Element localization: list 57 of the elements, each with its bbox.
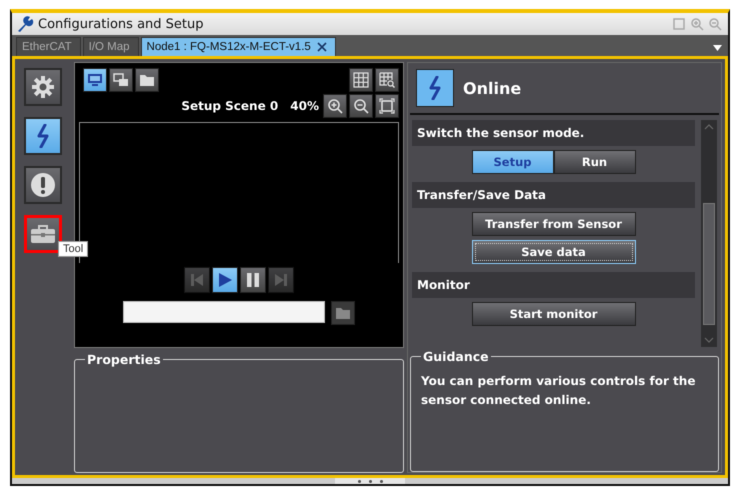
section-heading: Switch the sensor mode. — [412, 120, 695, 146]
panel-title: Online — [463, 78, 522, 98]
fit-button[interactable] — [375, 94, 399, 118]
properties-legend: Properties — [85, 352, 163, 367]
exclamation-icon — [30, 172, 56, 198]
file-path-field[interactable] — [123, 301, 325, 323]
sidebar-button[interactable] — [24, 68, 62, 106]
sidebar-button[interactable] — [24, 215, 62, 253]
folder-icon — [335, 306, 351, 320]
tab[interactable]: Node1 : FQ-MS12x-M-ECT-v1.5 — [140, 37, 336, 56]
grid-magnifier-icon — [379, 72, 395, 88]
sidebar-button[interactable] — [24, 117, 62, 155]
playback-button[interactable] — [240, 267, 266, 293]
window-title: Configurations and Setup — [38, 16, 204, 32]
toolbox-icon — [30, 224, 56, 244]
view-button[interactable] — [109, 68, 133, 92]
action-button[interactable]: Start monitor — [472, 302, 636, 326]
section-heading: Transfer/Save Data — [412, 182, 695, 208]
skip-forward-icon — [273, 272, 289, 288]
grid-icon — [353, 72, 369, 88]
fit-icon — [379, 98, 395, 114]
zoom-level: 40% — [290, 99, 319, 113]
guidance-legend: Guidance — [421, 349, 491, 364]
action-button[interactable]: Transfer from Sensor — [472, 212, 636, 236]
mode-toggle-button[interactable]: Run — [554, 150, 636, 174]
tab[interactable]: EtherCAT — [16, 37, 81, 56]
zoom-in-button[interactable] — [323, 94, 347, 118]
sidebar-button[interactable] — [24, 166, 62, 204]
guidance-text: You can perform various controls for the sensor connected online. — [421, 373, 696, 409]
zoom-out-icon — [353, 98, 369, 114]
playback-button[interactable] — [212, 267, 238, 293]
gear-icon — [31, 75, 55, 99]
monitor-icon — [87, 73, 103, 87]
view-button[interactable] — [135, 68, 159, 92]
tooltip: Tool — [58, 241, 88, 257]
tab[interactable]: I/O Map — [82, 37, 139, 56]
images-icon — [113, 73, 129, 87]
zoom-out-button[interactable] — [349, 94, 373, 118]
section-heading: Monitor — [412, 272, 695, 298]
dropdown-icon[interactable] — [713, 45, 722, 51]
mode-toggle-button[interactable]: Setup — [472, 150, 554, 174]
lightning-icon — [35, 124, 51, 148]
zoom-in-icon — [327, 98, 343, 114]
close-icon[interactable] — [316, 42, 327, 52]
grid-button[interactable] — [349, 68, 373, 92]
scene-label: Setup Scene 0 — [181, 99, 278, 113]
wrench-icon — [16, 15, 34, 33]
grid-search-button[interactable] — [375, 68, 399, 92]
browse-button[interactable] — [331, 301, 355, 325]
pause-icon — [245, 272, 261, 288]
resize-grip[interactable] — [335, 478, 405, 484]
skip-back-icon — [189, 272, 205, 288]
play-icon — [217, 272, 233, 288]
action-button[interactable]: Save data — [472, 240, 636, 264]
view-button[interactable] — [83, 68, 107, 92]
lightning-icon — [427, 76, 443, 100]
folder-icon — [139, 73, 155, 87]
